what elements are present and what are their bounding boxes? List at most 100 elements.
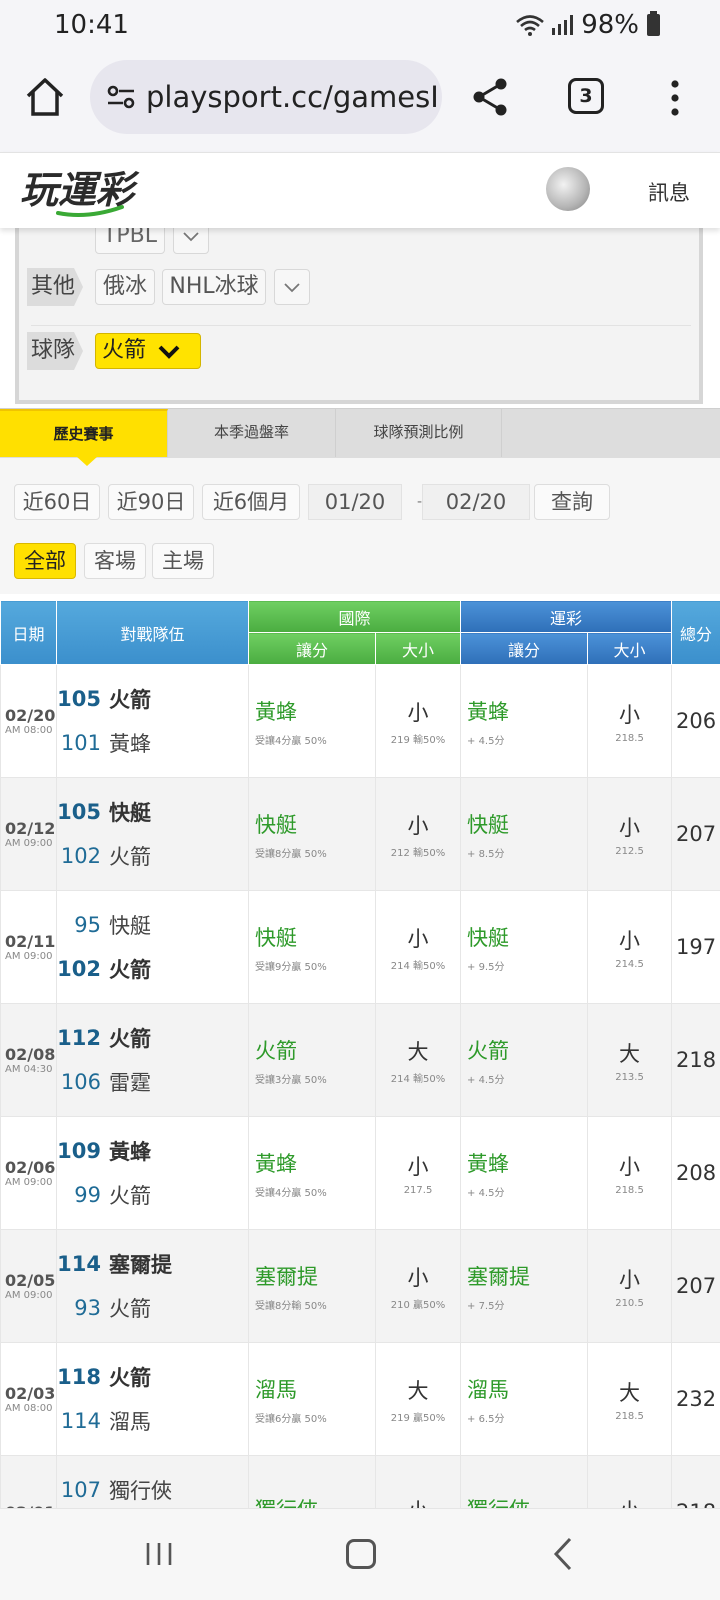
team1-name[interactable]: 快艇 (109, 797, 151, 827)
range-6-months-button[interactable]: 近6個月 (202, 484, 300, 520)
intl-ou-cell: 大 219 贏50% (374, 1342, 462, 1456)
intl-spread-cell: 塞爾提 受讓8分輸 50% (248, 1229, 376, 1343)
address-bar[interactable]: playsport.cc/gamesI (90, 60, 442, 134)
game-time: AM 09:00 (5, 1177, 53, 1188)
team2-name[interactable]: 火箭 (109, 1180, 151, 1210)
date-cell: 02/12 AM 09:00 (0, 777, 57, 891)
tw-spread-detail: + 7.5分 (467, 1300, 505, 1312)
tab-switcher-button[interactable]: 3 (568, 78, 604, 114)
table-row[interactable]: 02/01107獨行俠獨行俠小獨行俠小218 (0, 1455, 720, 1508)
team-select[interactable]: 火箭 (95, 333, 201, 369)
browser-toolbar: playsport.cc/gamesI 3 (0, 52, 720, 152)
messages-link[interactable]: 訊息 (648, 177, 690, 207)
tw-ou-cell: 小 218.5 (587, 664, 673, 778)
header-intl-over-under: 大小 (374, 632, 462, 665)
caret-down-icon (158, 345, 180, 359)
total-score: 206 (671, 664, 720, 778)
tw-ou-detail: 218.5 (615, 1410, 644, 1422)
intl-spread-cell: 快艇 受讓8分贏 50% (248, 777, 376, 891)
team2-score: 101 (60, 731, 101, 755)
venue-home-button[interactable]: 主場 (152, 543, 214, 579)
team1-name[interactable]: 快艇 (109, 910, 151, 940)
table-body: 02/20 AM 08:00 105 火箭 101 黃蜂 黃蜂 受讓4分贏 50% 小 219 輸… (0, 664, 720, 1508)
other-expand-button[interactable] (274, 269, 310, 305)
tw-ou-cell: 小 218.5 (587, 1116, 673, 1230)
tw-ou-pick: 小 (619, 928, 641, 953)
table-row[interactable]: 02/03 AM 08:00 118 火箭 114 溜馬 溜馬 受讓6分贏 50% 大 219 贏… (0, 1342, 720, 1456)
range-60-days-button[interactable]: 近60日 (14, 484, 100, 520)
total-score: 232 (671, 1342, 720, 1456)
tw-ou-detail: 210.5 (615, 1297, 644, 1309)
team2-name[interactable]: 溜馬 (109, 1406, 151, 1436)
tw-ou-pick: 小 (619, 1267, 641, 1292)
tab-season-cover-rate[interactable]: 本季過盤率 (168, 409, 336, 457)
team2-name[interactable]: 黃蜂 (109, 728, 151, 758)
recent-apps-icon[interactable] (144, 1541, 174, 1567)
game-date: 02/08 (5, 1045, 56, 1064)
table-row[interactable]: 02/20 AM 08:00 105 火箭 101 黃蜂 黃蜂 受讓4分贏 50% 小 219 輸… (0, 664, 720, 778)
header-tw-over-under: 大小 (587, 632, 673, 665)
team2-name[interactable]: 火箭 (109, 841, 151, 871)
date-to-input[interactable]: 02/20 (422, 484, 530, 520)
tw-spread-detail: + 4.5分 (467, 1074, 505, 1086)
table-row[interactable]: 02/08 AM 04:30 112 火箭 106 雷霆 火箭 受讓3分贏 50% 大 214 輸… (0, 1003, 720, 1117)
team2-name[interactable]: 火箭 (109, 1293, 151, 1323)
tab-history[interactable]: 歷史賽事 (0, 409, 168, 457)
team1-name[interactable]: 獨行俠 (109, 1475, 172, 1505)
site-settings-icon[interactable] (104, 80, 138, 114)
back-icon[interactable] (552, 1537, 574, 1571)
chip-russia-hockey[interactable]: 俄冰 (95, 269, 155, 305)
query-button[interactable]: 查詢 (534, 484, 610, 520)
tw-ou-pick: 大 (619, 1041, 641, 1066)
home-icon[interactable] (22, 74, 68, 120)
total-score: 218 (671, 1003, 720, 1117)
intl-ou-cell: 小 214 輸50% (374, 890, 462, 1004)
table-row[interactable]: 02/05 AM 09:00 114 塞爾提 93 火箭 塞爾提 受讓8分輸 50% 小 210 … (0, 1229, 720, 1343)
intl-ou-pick: 大 (407, 1039, 429, 1064)
intl-ou-cell: 小 217.5 (374, 1116, 462, 1230)
tab-team-prediction-ratio[interactable]: 球隊預測比例 (336, 409, 502, 457)
header-international: 國際 (247, 600, 462, 633)
date-from-input[interactable]: 01/20 (308, 484, 402, 520)
team2-name[interactable]: 火箭 (109, 954, 151, 984)
table-row[interactable]: 02/06 AM 09:00 109 黃蜂 99 火箭 黃蜂 受讓4分贏 50% 小 217.5 黃… (0, 1116, 720, 1230)
intl-spread-pick: 火箭 (255, 1038, 297, 1063)
game-time: AM 08:00 (5, 725, 53, 736)
total-score: 207 (671, 1229, 720, 1343)
team1-score: 107 (60, 1478, 101, 1502)
team1-name[interactable]: 火箭 (109, 1362, 151, 1392)
tw-ou-cell: 小 (587, 1455, 673, 1508)
intl-ou-detail: 212 輸50% (390, 847, 446, 859)
tw-ou-detail: 218.5 (615, 732, 644, 744)
table-row[interactable]: 02/11 AM 09:00 95 快艇 102 火箭 快艇 受讓9分贏 50% 小 214 輸5… (0, 890, 720, 1004)
date-cell: 02/11 AM 09:00 (0, 890, 57, 1004)
more-options-icon[interactable] (660, 76, 690, 120)
chip-nhl-hockey[interactable]: NHL冰球 (162, 269, 266, 305)
game-date: 02/05 (5, 1271, 56, 1290)
range-90-days-button[interactable]: 近90日 (108, 484, 194, 520)
intl-spread-detail: 受讓4分贏 50% (255, 735, 327, 747)
team1-name[interactable]: 塞爾提 (109, 1249, 172, 1279)
tw-ou-cell: 小 212.5 (587, 777, 673, 891)
intl-ou-detail: 214 輸50% (390, 960, 446, 972)
game-time: AM 09:00 (5, 838, 53, 849)
team2-score: 102 (57, 957, 101, 981)
team1-name[interactable]: 火箭 (109, 1023, 151, 1053)
team1-name[interactable]: 火箭 (109, 684, 151, 714)
venue-all-button[interactable]: 全部 (14, 543, 76, 579)
tw-spread-pick: 溜馬 (467, 1377, 510, 1402)
venue-away-button[interactable]: 客場 (84, 543, 146, 579)
team2-name[interactable]: 雷霆 (109, 1067, 151, 1097)
tw-ou-pick: 小 (619, 702, 641, 727)
team1-name[interactable]: 黃蜂 (109, 1136, 151, 1166)
share-icon[interactable] (470, 76, 512, 118)
team2-score: 99 (74, 1183, 101, 1207)
home-nav-icon[interactable] (346, 1539, 376, 1569)
filter-panel: TPBL 其他 俄冰 NHL冰球 球隊 火箭 (15, 218, 703, 404)
table-row[interactable]: 02/12 AM 09:00 105 快艇 102 火箭 快艇 受讓8分贏 50% 小 212 輸… (0, 777, 720, 891)
avatar[interactable] (546, 167, 590, 211)
game-date: 02/12 (5, 819, 56, 838)
tw-spread-cell: 獨行俠 (460, 1455, 589, 1508)
intl-ou-cell: 大 214 輸50% (374, 1003, 462, 1117)
site-logo[interactable]: 玩運彩 (18, 159, 154, 221)
